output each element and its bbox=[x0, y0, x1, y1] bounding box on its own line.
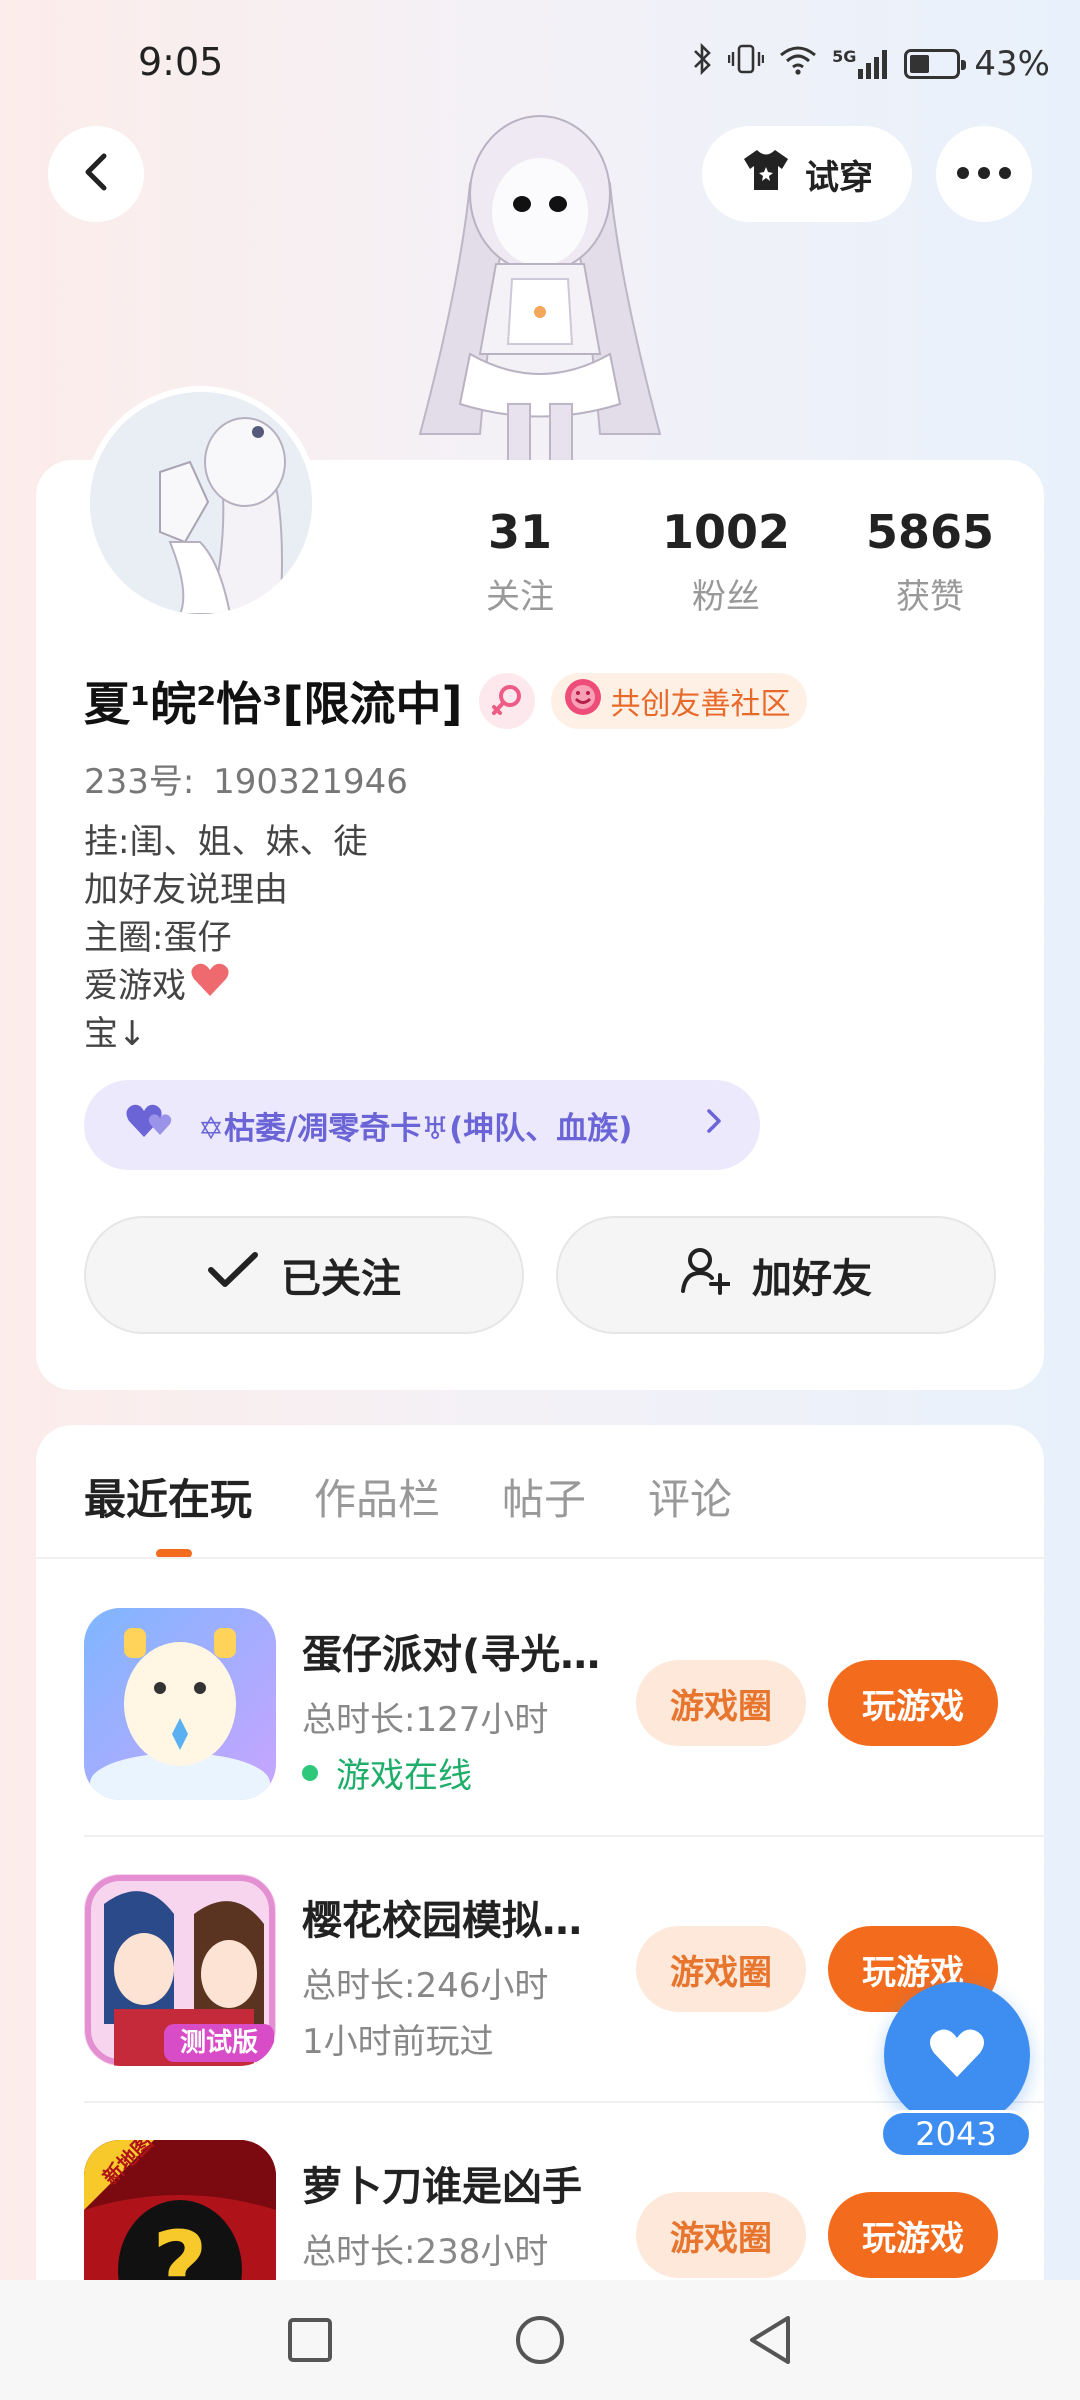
add-friend-button-label: 加好友 bbox=[752, 1256, 872, 1302]
character-avatar-image bbox=[400, 104, 680, 465]
battery-icon bbox=[904, 48, 967, 79]
avatar[interactable] bbox=[84, 386, 318, 620]
community-badge[interactable]: 共创友善社区 bbox=[550, 673, 807, 729]
bio-line: 挂:闺、姐、妹、徒 bbox=[84, 822, 368, 862]
stat-followers[interactable]: 1002 粉丝 bbox=[636, 505, 816, 618]
try-on-button[interactable]: 试穿 bbox=[702, 126, 912, 222]
smile-badge-icon bbox=[563, 677, 603, 725]
wifi-icon bbox=[778, 42, 818, 85]
home-button[interactable] bbox=[510, 2310, 570, 2370]
back-nav-button[interactable] bbox=[740, 2310, 800, 2370]
likes-count: 5865 bbox=[865, 505, 995, 559]
community-badge-label: 共创友善社区 bbox=[610, 687, 791, 722]
stat-following[interactable]: 31 关注 bbox=[430, 505, 610, 618]
game-icon-eggy-party bbox=[84, 1608, 276, 1800]
bluetooth-icon bbox=[692, 42, 714, 85]
bio-line: 加好友说理由 bbox=[84, 870, 288, 910]
like-count: 2043 bbox=[880, 2110, 1032, 2158]
following-button-label: 已关注 bbox=[281, 1256, 401, 1302]
like-button[interactable] bbox=[884, 1982, 1030, 2128]
online-dot-icon bbox=[302, 1764, 318, 1781]
user-name: 夏¹皖²怡³[限流中] bbox=[84, 677, 463, 731]
more-dots-icon bbox=[956, 165, 1012, 184]
chevron-left-icon bbox=[76, 150, 116, 198]
signal-icon: 5G bbox=[832, 47, 890, 81]
female-gender-icon bbox=[478, 673, 535, 729]
game-row-eggy-party[interactable]: 蛋仔派对(寻光… 总时长:127小时 游戏在线 游戏圈 玩游戏 bbox=[84, 1608, 1044, 1808]
game-status-label: 1小时前玩过 bbox=[302, 2022, 494, 2062]
chevron-right-icon bbox=[704, 1106, 724, 1144]
status-icons: 5G 43% bbox=[692, 42, 1050, 85]
game-status: 1小时前玩过 bbox=[302, 2014, 494, 2063]
divider bbox=[36, 1557, 1044, 1559]
play-game-button[interactable]: 玩游戏 bbox=[828, 2192, 998, 2278]
check-icon bbox=[207, 1250, 259, 1300]
guild-chip[interactable]: ✡枯萎/凋零奇卡♅(坤队、血族) bbox=[84, 1080, 760, 1170]
game-title: 萝卜刀谁是凶手 bbox=[302, 2164, 582, 2210]
game-icon-sakura-school: 测试版 bbox=[84, 1874, 276, 2066]
add-friend-button[interactable]: 加好友 bbox=[556, 1216, 996, 1334]
try-on-label: 试穿 bbox=[805, 157, 873, 198]
game-title: 樱花校园模拟… bbox=[302, 1898, 582, 1944]
bio-line-with-heart: 爱游戏 bbox=[84, 962, 367, 1010]
game-play-time: 总时长:238小时 bbox=[302, 2232, 549, 2272]
tab-bar: 最近在玩 作品栏 帖子 评论 bbox=[84, 1466, 732, 1527]
heart-emoji-icon bbox=[190, 962, 230, 1011]
bio-line: 宝↓ bbox=[84, 1014, 147, 1054]
user-id-value: 190321946 bbox=[213, 762, 408, 802]
game-title: 蛋仔派对(寻光… bbox=[302, 1632, 601, 1678]
tab-posts[interactable]: 帖子 bbox=[502, 1466, 586, 1527]
game-play-time: 总时长:246小时 bbox=[302, 1966, 549, 2006]
play-game-button[interactable]: 玩游戏 bbox=[828, 1660, 998, 1746]
tab-comments[interactable]: 评论 bbox=[648, 1466, 732, 1527]
vibrate-icon bbox=[727, 42, 765, 85]
user-id: 233号: 190321946 bbox=[84, 754, 408, 803]
tshirt-icon bbox=[741, 147, 791, 202]
game-circle-button[interactable]: 游戏圈 bbox=[636, 1926, 806, 2012]
likes-label: 获赞 bbox=[896, 577, 964, 617]
bio: 挂:闺、姐、妹、徒 加好友说理由 主圈:蛋仔 爱游戏 宝↓ bbox=[84, 818, 367, 1058]
tab-works[interactable]: 作品栏 bbox=[314, 1466, 440, 1527]
game-circle-button[interactable]: 游戏圈 bbox=[636, 1660, 806, 1746]
back-button[interactable] bbox=[48, 126, 144, 222]
status-time: 9:05 bbox=[138, 40, 224, 84]
guild-name: ✡枯萎/凋零奇卡♅(坤队、血族) bbox=[198, 1110, 633, 1147]
network-type: 5G bbox=[832, 46, 857, 66]
bio-line-text: 爱游戏 bbox=[84, 966, 186, 1006]
followers-count: 1002 bbox=[661, 505, 791, 559]
following-label: 关注 bbox=[486, 577, 554, 617]
system-nav-bar bbox=[0, 2280, 1080, 2400]
game-status-label: 游戏在线 bbox=[336, 1756, 472, 1796]
game-status: 游戏在线 bbox=[302, 1748, 472, 1797]
game-circle-button[interactable]: 游戏圈 bbox=[636, 2192, 806, 2278]
game-icon-tag: 测试版 bbox=[180, 2028, 258, 2058]
battery-percent: 43% bbox=[974, 43, 1050, 84]
user-id-label: 233号: bbox=[84, 762, 195, 802]
bio-line: 主圈:蛋仔 bbox=[84, 918, 232, 958]
recent-apps-button[interactable] bbox=[280, 2310, 340, 2370]
double-heart-icon bbox=[126, 1103, 180, 1147]
add-user-icon bbox=[680, 1245, 731, 1305]
name-row: 夏¹皖²怡³[限流中] 共创友善社区 bbox=[84, 668, 807, 734]
more-options-button[interactable] bbox=[936, 126, 1032, 222]
divider bbox=[84, 1835, 1044, 1837]
following-button[interactable]: 已关注 bbox=[84, 1216, 524, 1334]
game-play-time: 总时长:127小时 bbox=[302, 1700, 549, 1740]
followers-label: 粉丝 bbox=[692, 577, 760, 617]
stat-likes[interactable]: 5865 获赞 bbox=[840, 505, 1020, 618]
following-count: 31 bbox=[487, 505, 552, 559]
heart-icon bbox=[928, 2027, 986, 2083]
tab-recent-played[interactable]: 最近在玩 bbox=[84, 1466, 252, 1527]
